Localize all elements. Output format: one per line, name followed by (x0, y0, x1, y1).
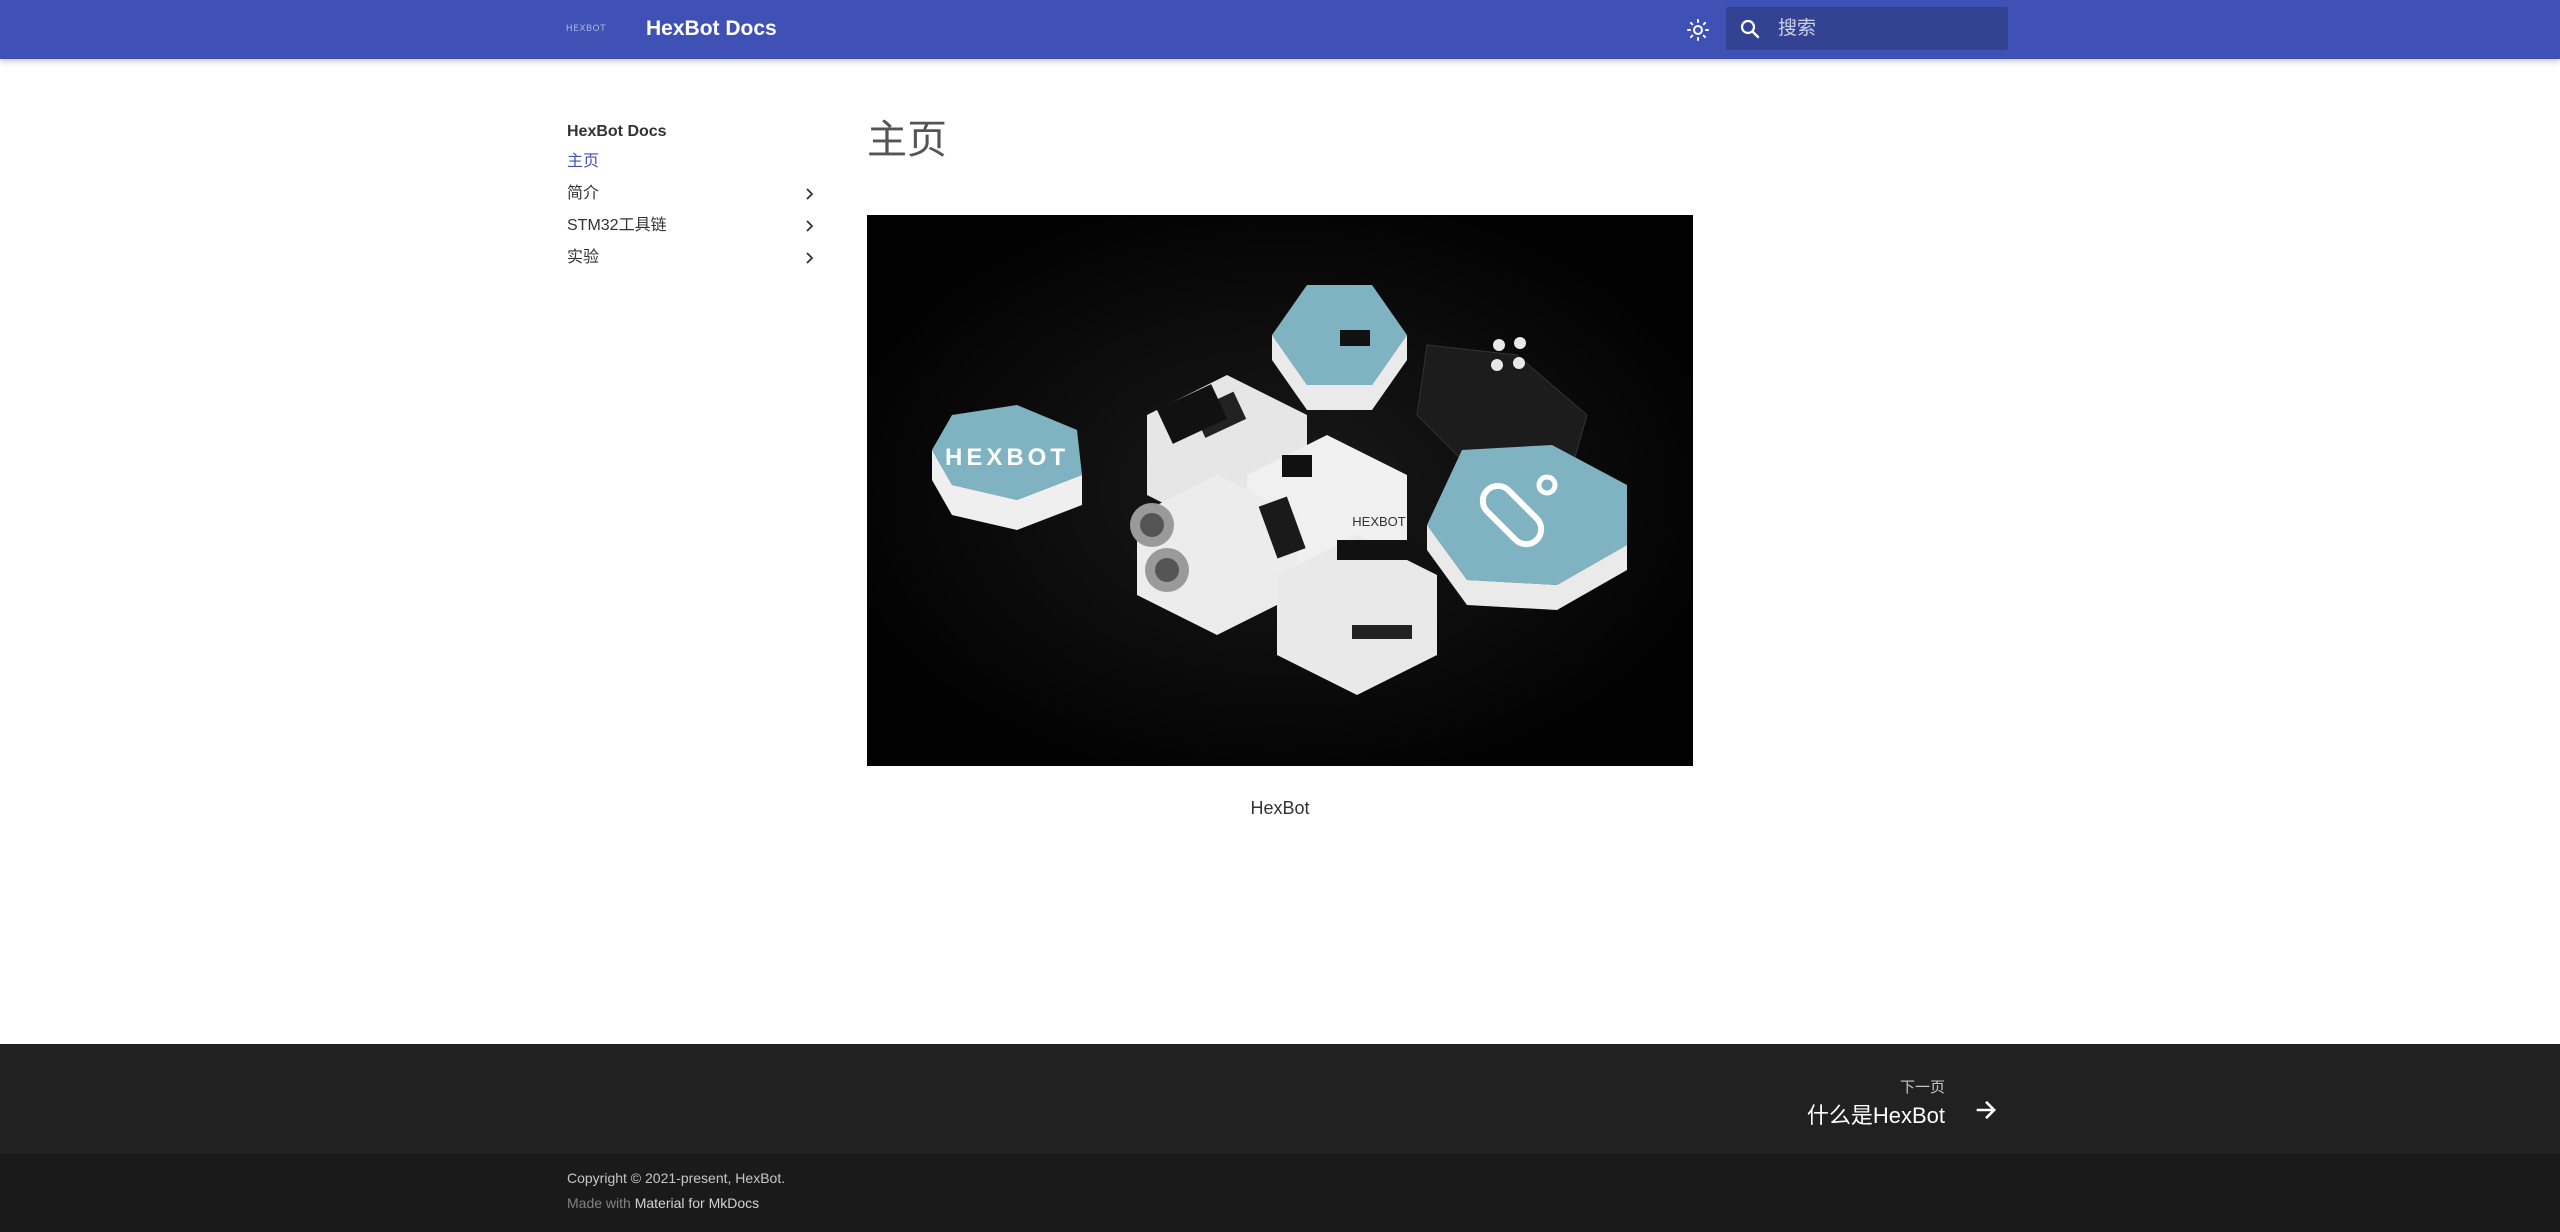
footer-meta: Copyright © 2021-present, HexBot. Made w… (0, 1154, 2560, 1232)
hexbot-photo: HEXBOT HEXBOT (867, 215, 1693, 766)
sidebar-item-intro[interactable]: 简介 (567, 178, 817, 210)
chevron-right-icon (806, 252, 814, 264)
search-input[interactable] (1778, 7, 1998, 50)
search-box[interactable] (1726, 7, 2008, 50)
made-with-prefix: Made with (567, 1195, 631, 1211)
logo-text: HEXBOT (565, 24, 607, 34)
chevron-right-icon (806, 188, 814, 200)
theme-toggle-button[interactable] (1684, 16, 1712, 44)
sidebar-item-label: STM32工具链 (567, 217, 667, 234)
sidebar-item-label: 主页 (567, 153, 600, 170)
sidebar-item-experiments[interactable]: 实验 (567, 242, 817, 274)
sidebar-item-label: 实验 (567, 249, 600, 266)
top-bar: HEXBOT HexBot Docs (0, 0, 2560, 59)
copyright-text: Copyright © 2021-present, HexBot. (567, 1170, 786, 1186)
hexbot-illustration: HEXBOT HEXBOT (867, 215, 1693, 766)
made-with-text: Made with Material for MkDocs (567, 1195, 759, 1211)
sidebar-item-stm32-toolchain[interactable]: STM32工具链 (567, 210, 817, 242)
sidebar-nav: HexBot Docs 主页 简介 STM32工具链 实验 (567, 118, 817, 274)
page-title: 主页 (867, 117, 947, 163)
board-label: HEXBOT (1352, 514, 1406, 529)
brightness-icon (1687, 19, 1709, 41)
next-page-small-label: 下一页 (1899, 1079, 1945, 1096)
chevron-right-icon (806, 220, 814, 232)
search-icon (1740, 19, 1760, 39)
arrow-right-icon (1976, 1100, 1996, 1120)
sidebar-item-label: 简介 (567, 185, 600, 202)
site-title[interactable]: HexBot Docs (646, 0, 777, 59)
next-page-title: 什么是HexBot (1806, 1103, 1945, 1128)
sidebar-item-home[interactable]: 主页 (567, 146, 817, 178)
main-content: 主页 HEXBOT HEXBOT HexBot (867, 110, 1693, 818)
nav-title: HexBot Docs (567, 123, 667, 140)
hero-logo-text: HEXBOT (945, 444, 1069, 471)
next-page-link[interactable]: 下一页 什么是HexBot (1760, 1076, 2000, 1128)
site-logo[interactable]: HEXBOT (564, 15, 608, 43)
footer-nav: 下一页 什么是HexBot (0, 1044, 2560, 1154)
image-caption: HexBot (1250, 798, 1310, 818)
material-mkdocs-link[interactable]: Material for MkDocs (635, 1195, 759, 1211)
